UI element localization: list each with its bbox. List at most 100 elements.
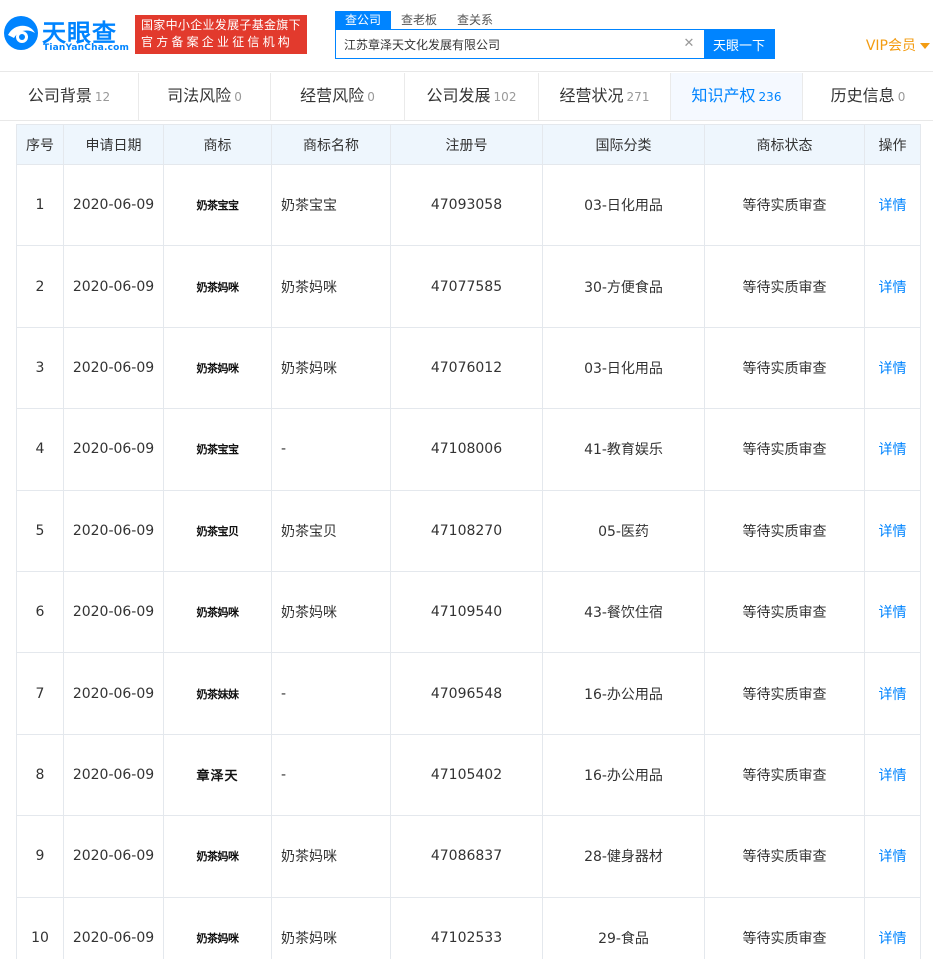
cell-action: 详情 (864, 408, 921, 491)
cell-reg-number: 47096548 (390, 652, 543, 735)
tab-company-development[interactable]: 公司发展 102 (405, 73, 538, 120)
cell-class: 30-方便食品 (542, 245, 705, 328)
cell-date: 2020-06-09 (63, 326, 164, 410)
detail-link[interactable]: 详情 (879, 849, 907, 865)
cell-name: 奶茶宝贝 (271, 489, 391, 572)
vip-member-menu[interactable]: VIP会员 (866, 35, 930, 55)
tab-history-info[interactable]: 历史信息 0 (803, 73, 933, 120)
tianyancha-logo[interactable]: 天眼查 TianYanCha.com (0, 12, 129, 56)
cell-date: 2020-06-09 (63, 733, 164, 817)
trademark-logo[interactable]: 奶茶宝宝 (163, 163, 272, 247)
detail-link[interactable]: 详情 (879, 361, 907, 377)
cell-name: 奶茶妈咪 (271, 245, 391, 328)
search-tab-boss[interactable]: 查老板 (391, 11, 447, 29)
cell-class: 41-教育娱乐 (542, 408, 705, 491)
cell-action: 详情 (864, 570, 921, 654)
cell-status: 等待实质审查 (704, 733, 865, 817)
detail-link[interactable]: 详情 (879, 931, 907, 947)
eye-logo-icon (4, 16, 38, 50)
cell-index: 4 (16, 408, 64, 491)
trademark-logo-text: 奶茶妈咪 (196, 280, 240, 294)
tab-business-status[interactable]: 经营状况 271 (539, 73, 670, 120)
tab-operation-risk[interactable]: 经营风险 0 (271, 73, 404, 120)
tab-label: 司法风险 (167, 86, 232, 105)
tab-count: 271 (626, 90, 650, 104)
tab-count: 0 (367, 90, 375, 104)
tab-company-background[interactable]: 公司背景 12 (0, 73, 138, 120)
tab-count: 236 (758, 90, 782, 104)
header-intl-class: 国际分类 (542, 124, 705, 165)
close-icon[interactable]: ✕ (674, 30, 704, 58)
trademark-logo[interactable]: 奶茶宝贝 (163, 489, 272, 572)
detail-link[interactable]: 详情 (879, 524, 907, 540)
banner-line-1: 国家中小企业发展子基金旗下 (141, 18, 301, 32)
cell-name: - (271, 652, 391, 735)
trademark-logo[interactable]: 奶茶妈咪 (163, 570, 272, 654)
tab-count: 102 (493, 90, 517, 104)
detail-link[interactable]: 详情 (879, 198, 907, 214)
cell-reg-number: 47105402 (390, 733, 543, 817)
vip-label: VIP会员 (865, 38, 916, 54)
tab-label: 历史信息 (830, 86, 895, 105)
search-tab-company[interactable]: 查公司 (335, 11, 392, 29)
table-row: 7 2020-06-09 奶茶妹妹 - 47096548 16-办公用品 等待实… (16, 652, 921, 735)
cell-date: 2020-06-09 (63, 408, 164, 491)
trademark-logo-text: 章泽天 (196, 769, 239, 785)
table-row: 2 2020-06-09 奶茶妈咪 奶茶妈咪 47077585 30-方便食品 … (16, 245, 921, 328)
tab-label: 公司发展 (426, 86, 491, 105)
search-button[interactable]: 天眼一下 (704, 30, 774, 58)
cell-index: 2 (16, 245, 64, 328)
cell-status: 等待实质审查 (704, 163, 865, 247)
cell-class: 05-医药 (542, 489, 705, 572)
trademark-table: 序号 申请日期 商标 商标名称 注册号 国际分类 商标状态 操作 1 2020-… (16, 124, 921, 959)
table-row: 10 2020-06-09 奶茶妈咪 奶茶妈咪 47102533 29-食品 等… (16, 896, 921, 959)
cell-action: 详情 (864, 815, 921, 898)
trademark-logo-text: 奶茶妈咪 (196, 931, 240, 945)
search-tab-relation[interactable]: 查关系 (447, 11, 503, 29)
table-row: 5 2020-06-09 奶茶宝贝 奶茶宝贝 47108270 05-医药 等待… (16, 489, 921, 572)
cell-status: 等待实质审查 (704, 245, 865, 328)
cell-action: 详情 (864, 896, 921, 959)
cell-class: 03-日化用品 (542, 163, 705, 247)
search-type-tabs: 查公司 查老板 查关系 (335, 11, 503, 29)
trademark-logo-text: 奶茶妈咪 (196, 361, 240, 375)
cell-action: 详情 (864, 326, 921, 410)
trademark-logo[interactable]: 奶茶妈咪 (163, 815, 272, 898)
cell-date: 2020-06-09 (63, 570, 164, 654)
detail-link[interactable]: 详情 (879, 687, 907, 703)
search-input[interactable] (336, 30, 674, 58)
official-banner[interactable]: 国家中小企业发展子基金旗下 官方备案企业征信机构 (135, 15, 307, 54)
trademark-logo[interactable]: 奶茶妈咪 (163, 245, 272, 328)
cell-index: 10 (16, 896, 64, 959)
cell-index: 3 (16, 326, 64, 410)
header-trademark: 商标 (163, 124, 272, 165)
cell-action: 详情 (864, 489, 921, 572)
cell-index: 6 (16, 570, 64, 654)
trademark-logo[interactable]: 奶茶妈咪 (163, 896, 272, 959)
trademark-logo[interactable]: 奶茶妹妹 (163, 652, 272, 735)
cell-name: 奶茶妈咪 (271, 896, 391, 959)
cell-name: 奶茶宝宝 (271, 163, 391, 247)
cell-date: 2020-06-09 (63, 652, 164, 735)
table-row: 6 2020-06-09 奶茶妈咪 奶茶妈咪 47109540 43-餐饮住宿 … (16, 570, 921, 654)
detail-link[interactable]: 详情 (879, 768, 907, 784)
trademark-logo[interactable]: 奶茶妈咪 (163, 326, 272, 410)
cell-status: 等待实质审查 (704, 570, 865, 654)
detail-link[interactable]: 详情 (879, 280, 907, 296)
trademark-logo-text: 奶茶妈咪 (196, 606, 240, 620)
cell-status: 等待实质审查 (704, 815, 865, 898)
tab-label: 经营状况 (559, 86, 624, 105)
tab-intellectual-property[interactable]: 知识产权 236 (671, 73, 802, 120)
detail-link[interactable]: 详情 (879, 605, 907, 621)
tab-count: 0 (234, 90, 242, 104)
detail-link[interactable]: 详情 (879, 442, 907, 458)
cell-index: 9 (16, 815, 64, 898)
trademark-logo-text: 奶茶宝宝 (196, 199, 240, 213)
trademark-logo[interactable]: 章泽天 (163, 733, 272, 817)
cell-class: 03-日化用品 (542, 326, 705, 410)
trademark-logo[interactable]: 奶茶宝宝 (163, 408, 272, 491)
cell-date: 2020-06-09 (63, 896, 164, 959)
tab-judicial-risk[interactable]: 司法风险 0 (139, 73, 270, 120)
cell-status: 等待实质审查 (704, 896, 865, 959)
cell-action: 详情 (864, 652, 921, 735)
